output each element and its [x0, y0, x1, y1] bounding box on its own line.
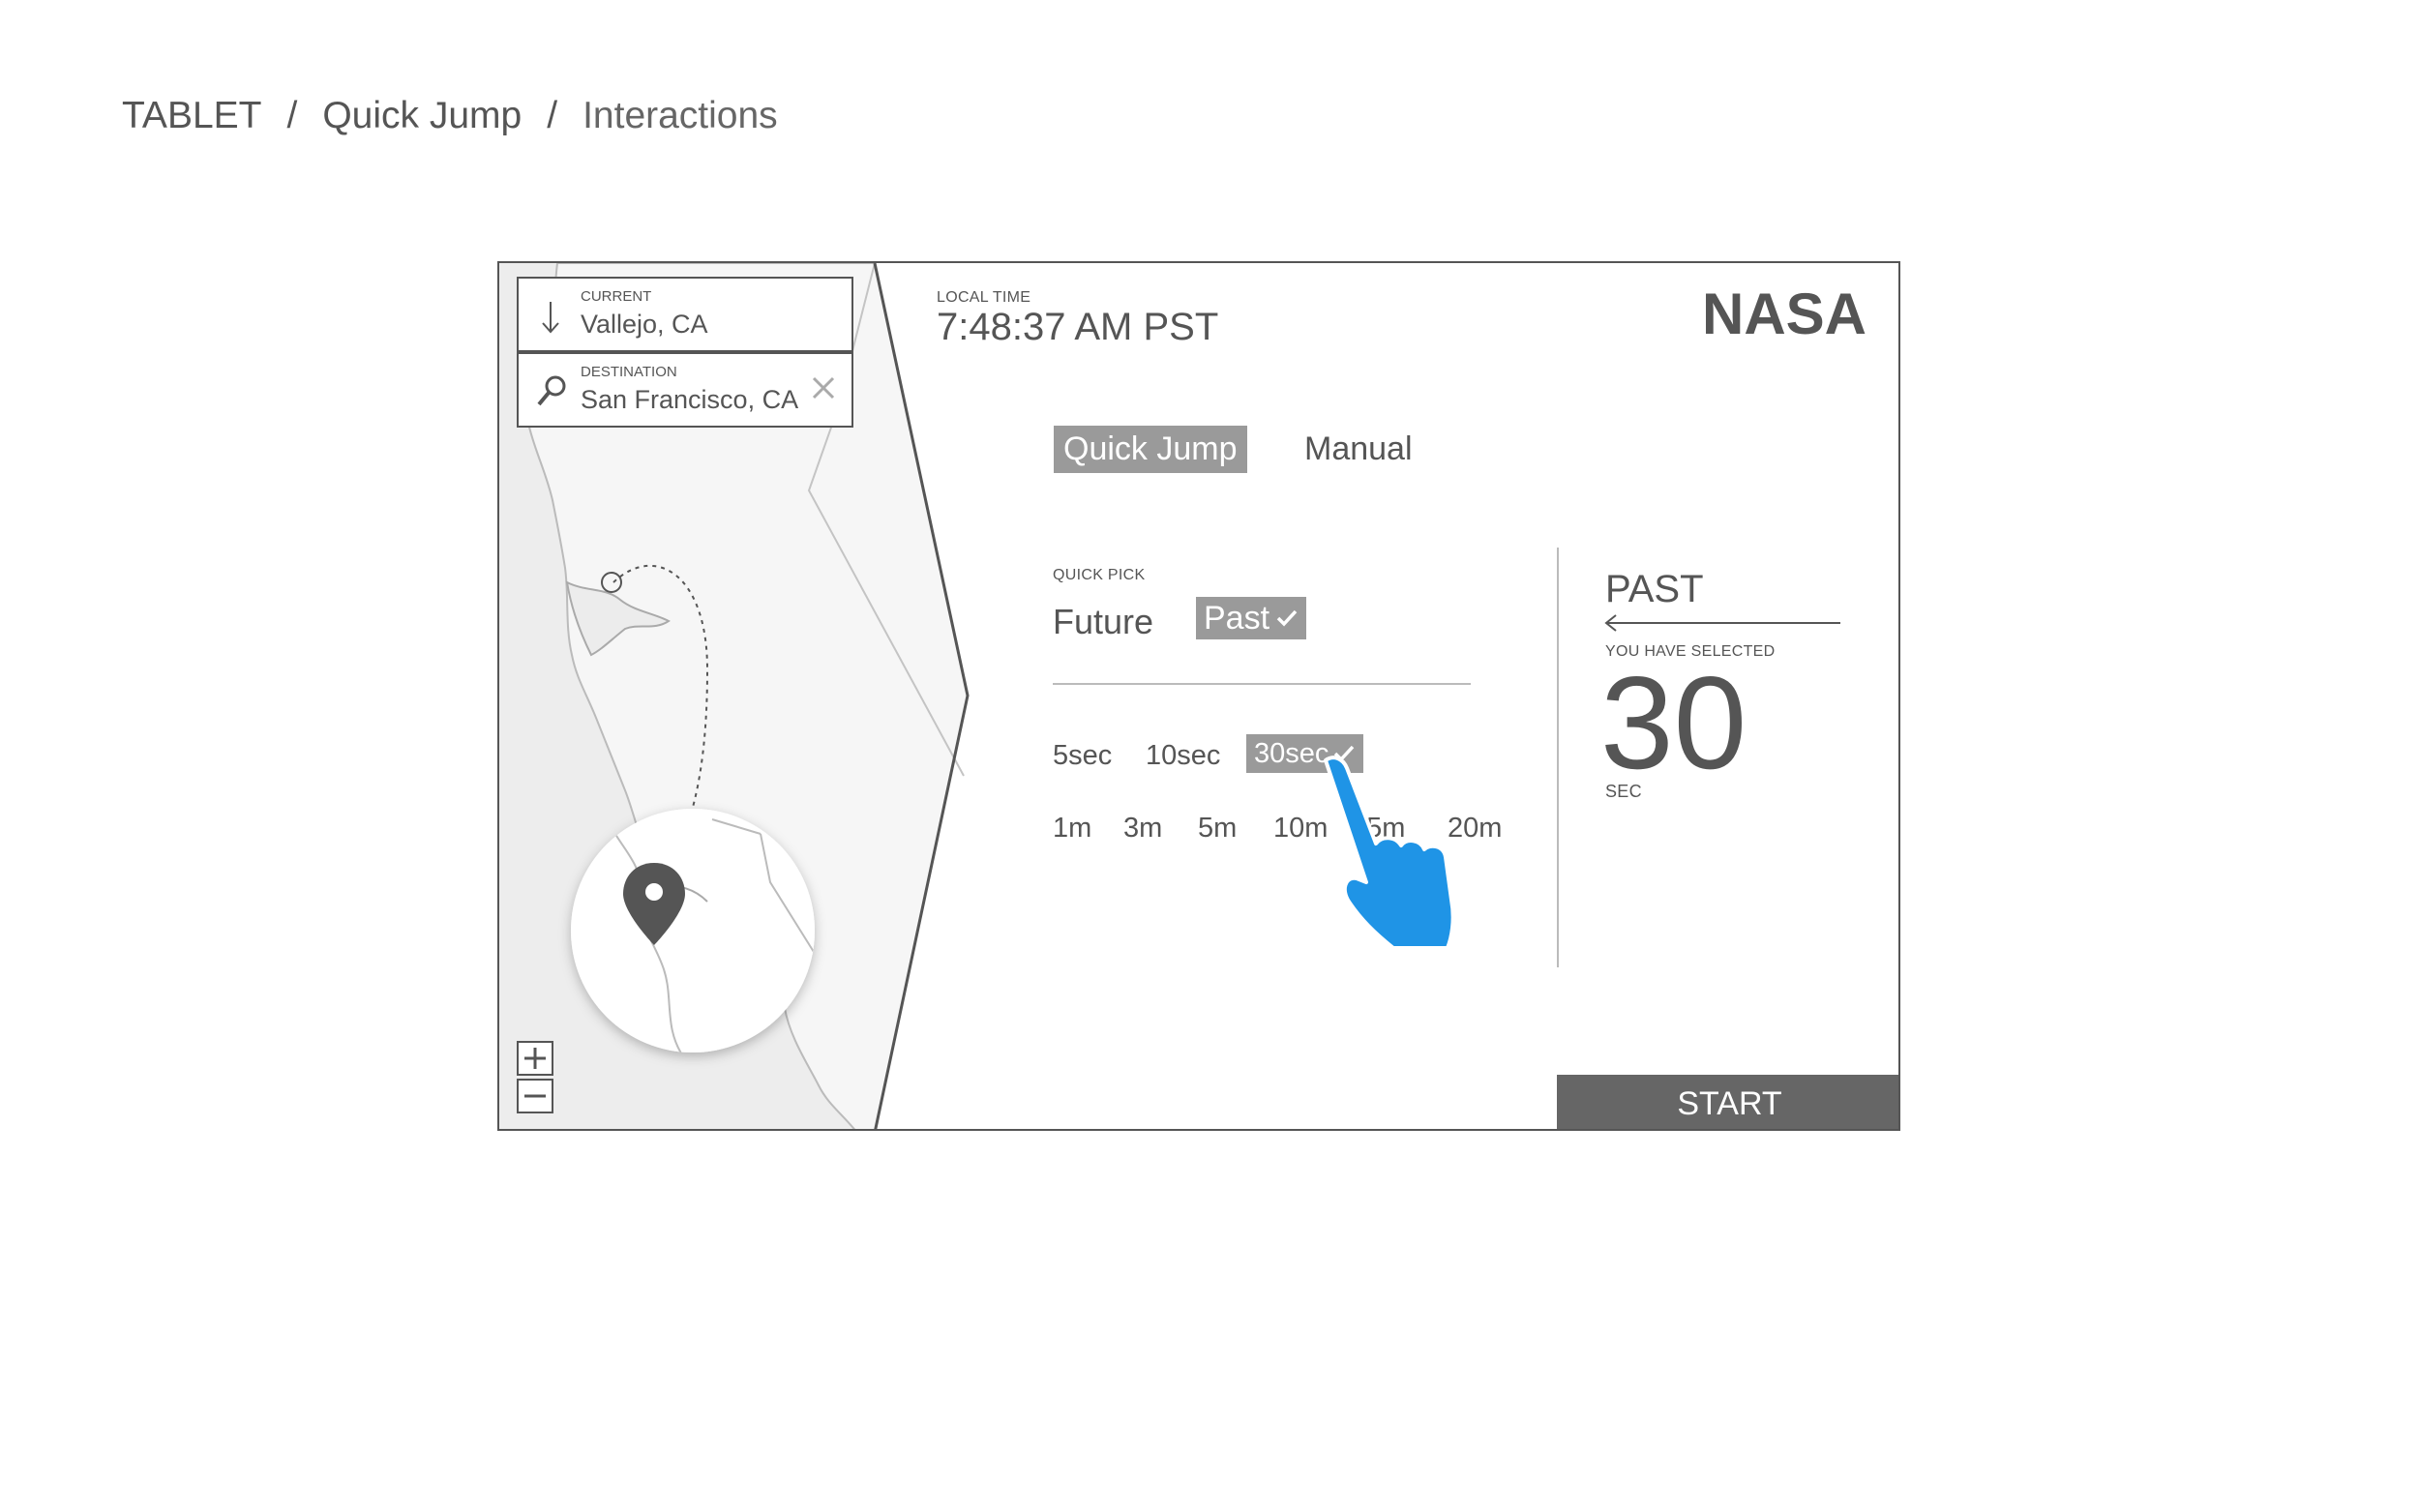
- breadcrumb-separator: /: [547, 95, 558, 136]
- left-arrow-icon: [1604, 614, 1840, 632]
- breadcrumb-item-tablet[interactable]: TABLET: [122, 95, 261, 137]
- quick-pick-label: QUICK PICK: [1053, 567, 1146, 583]
- nasa-logo: NASA: [1702, 289, 1867, 340]
- local-time-label: LOCAL TIME: [937, 289, 1031, 306]
- selected-unit: SEC: [1605, 782, 1642, 801]
- plus-icon: [524, 1048, 546, 1069]
- tab-quick-jump[interactable]: Quick Jump: [1054, 426, 1247, 473]
- down-arrow-icon: [542, 302, 559, 334]
- selected-value: 30: [1600, 649, 1747, 796]
- current-value: Vallejo, CA: [581, 310, 708, 339]
- quick-pick-divider: [1053, 683, 1471, 685]
- local-time-value: 7:48:37 AM PST: [937, 306, 1219, 348]
- summary-divider: [1557, 548, 1559, 967]
- option-5m[interactable]: 5m: [1198, 813, 1237, 845]
- nasa-logo-text: NASA: [1702, 289, 1867, 340]
- zoom-out-button[interactable]: [517, 1079, 553, 1113]
- zoom-in-button[interactable]: [517, 1041, 553, 1076]
- checkmark-icon: [1276, 609, 1298, 627]
- start-button[interactable]: START: [1557, 1075, 1898, 1129]
- magnifier-circle: [571, 809, 815, 1052]
- destination-label: DESTINATION: [581, 364, 677, 380]
- tablet-frame: CURRENT Vallejo, CA DESTINATION San Fran…: [497, 261, 1900, 1131]
- current-label: CURRENT: [581, 288, 652, 305]
- close-icon[interactable]: [811, 375, 836, 400]
- breadcrumb-separator: /: [286, 95, 298, 136]
- current-location-field[interactable]: CURRENT Vallejo, CA: [517, 277, 853, 352]
- option-1m[interactable]: 1m: [1053, 813, 1091, 845]
- option-future[interactable]: Future: [1053, 602, 1153, 642]
- option-5sec[interactable]: 5sec: [1053, 740, 1112, 772]
- tab-manual[interactable]: Manual: [1304, 430, 1413, 468]
- breadcrumb-item-quick-jump[interactable]: Quick Jump: [322, 95, 522, 137]
- breadcrumb-item-interactions: Interactions: [582, 95, 778, 136]
- option-past-label: Past: [1204, 599, 1270, 637]
- destination-value: San Francisco, CA: [581, 385, 799, 414]
- search-icon: [537, 375, 566, 406]
- minus-icon: [524, 1094, 546, 1098]
- option-10sec[interactable]: 10sec: [1146, 740, 1220, 772]
- pointing-hand-icon: [1324, 756, 1455, 948]
- summary-direction: PAST: [1605, 568, 1704, 610]
- destination-field[interactable]: DESTINATION San Francisco, CA: [517, 352, 853, 428]
- option-3m[interactable]: 3m: [1123, 813, 1162, 845]
- start-button-label: START: [1677, 1084, 1782, 1122]
- breadcrumb: TABLET / Quick Jump / Interactions: [122, 95, 778, 137]
- option-past[interactable]: Past: [1196, 597, 1307, 639]
